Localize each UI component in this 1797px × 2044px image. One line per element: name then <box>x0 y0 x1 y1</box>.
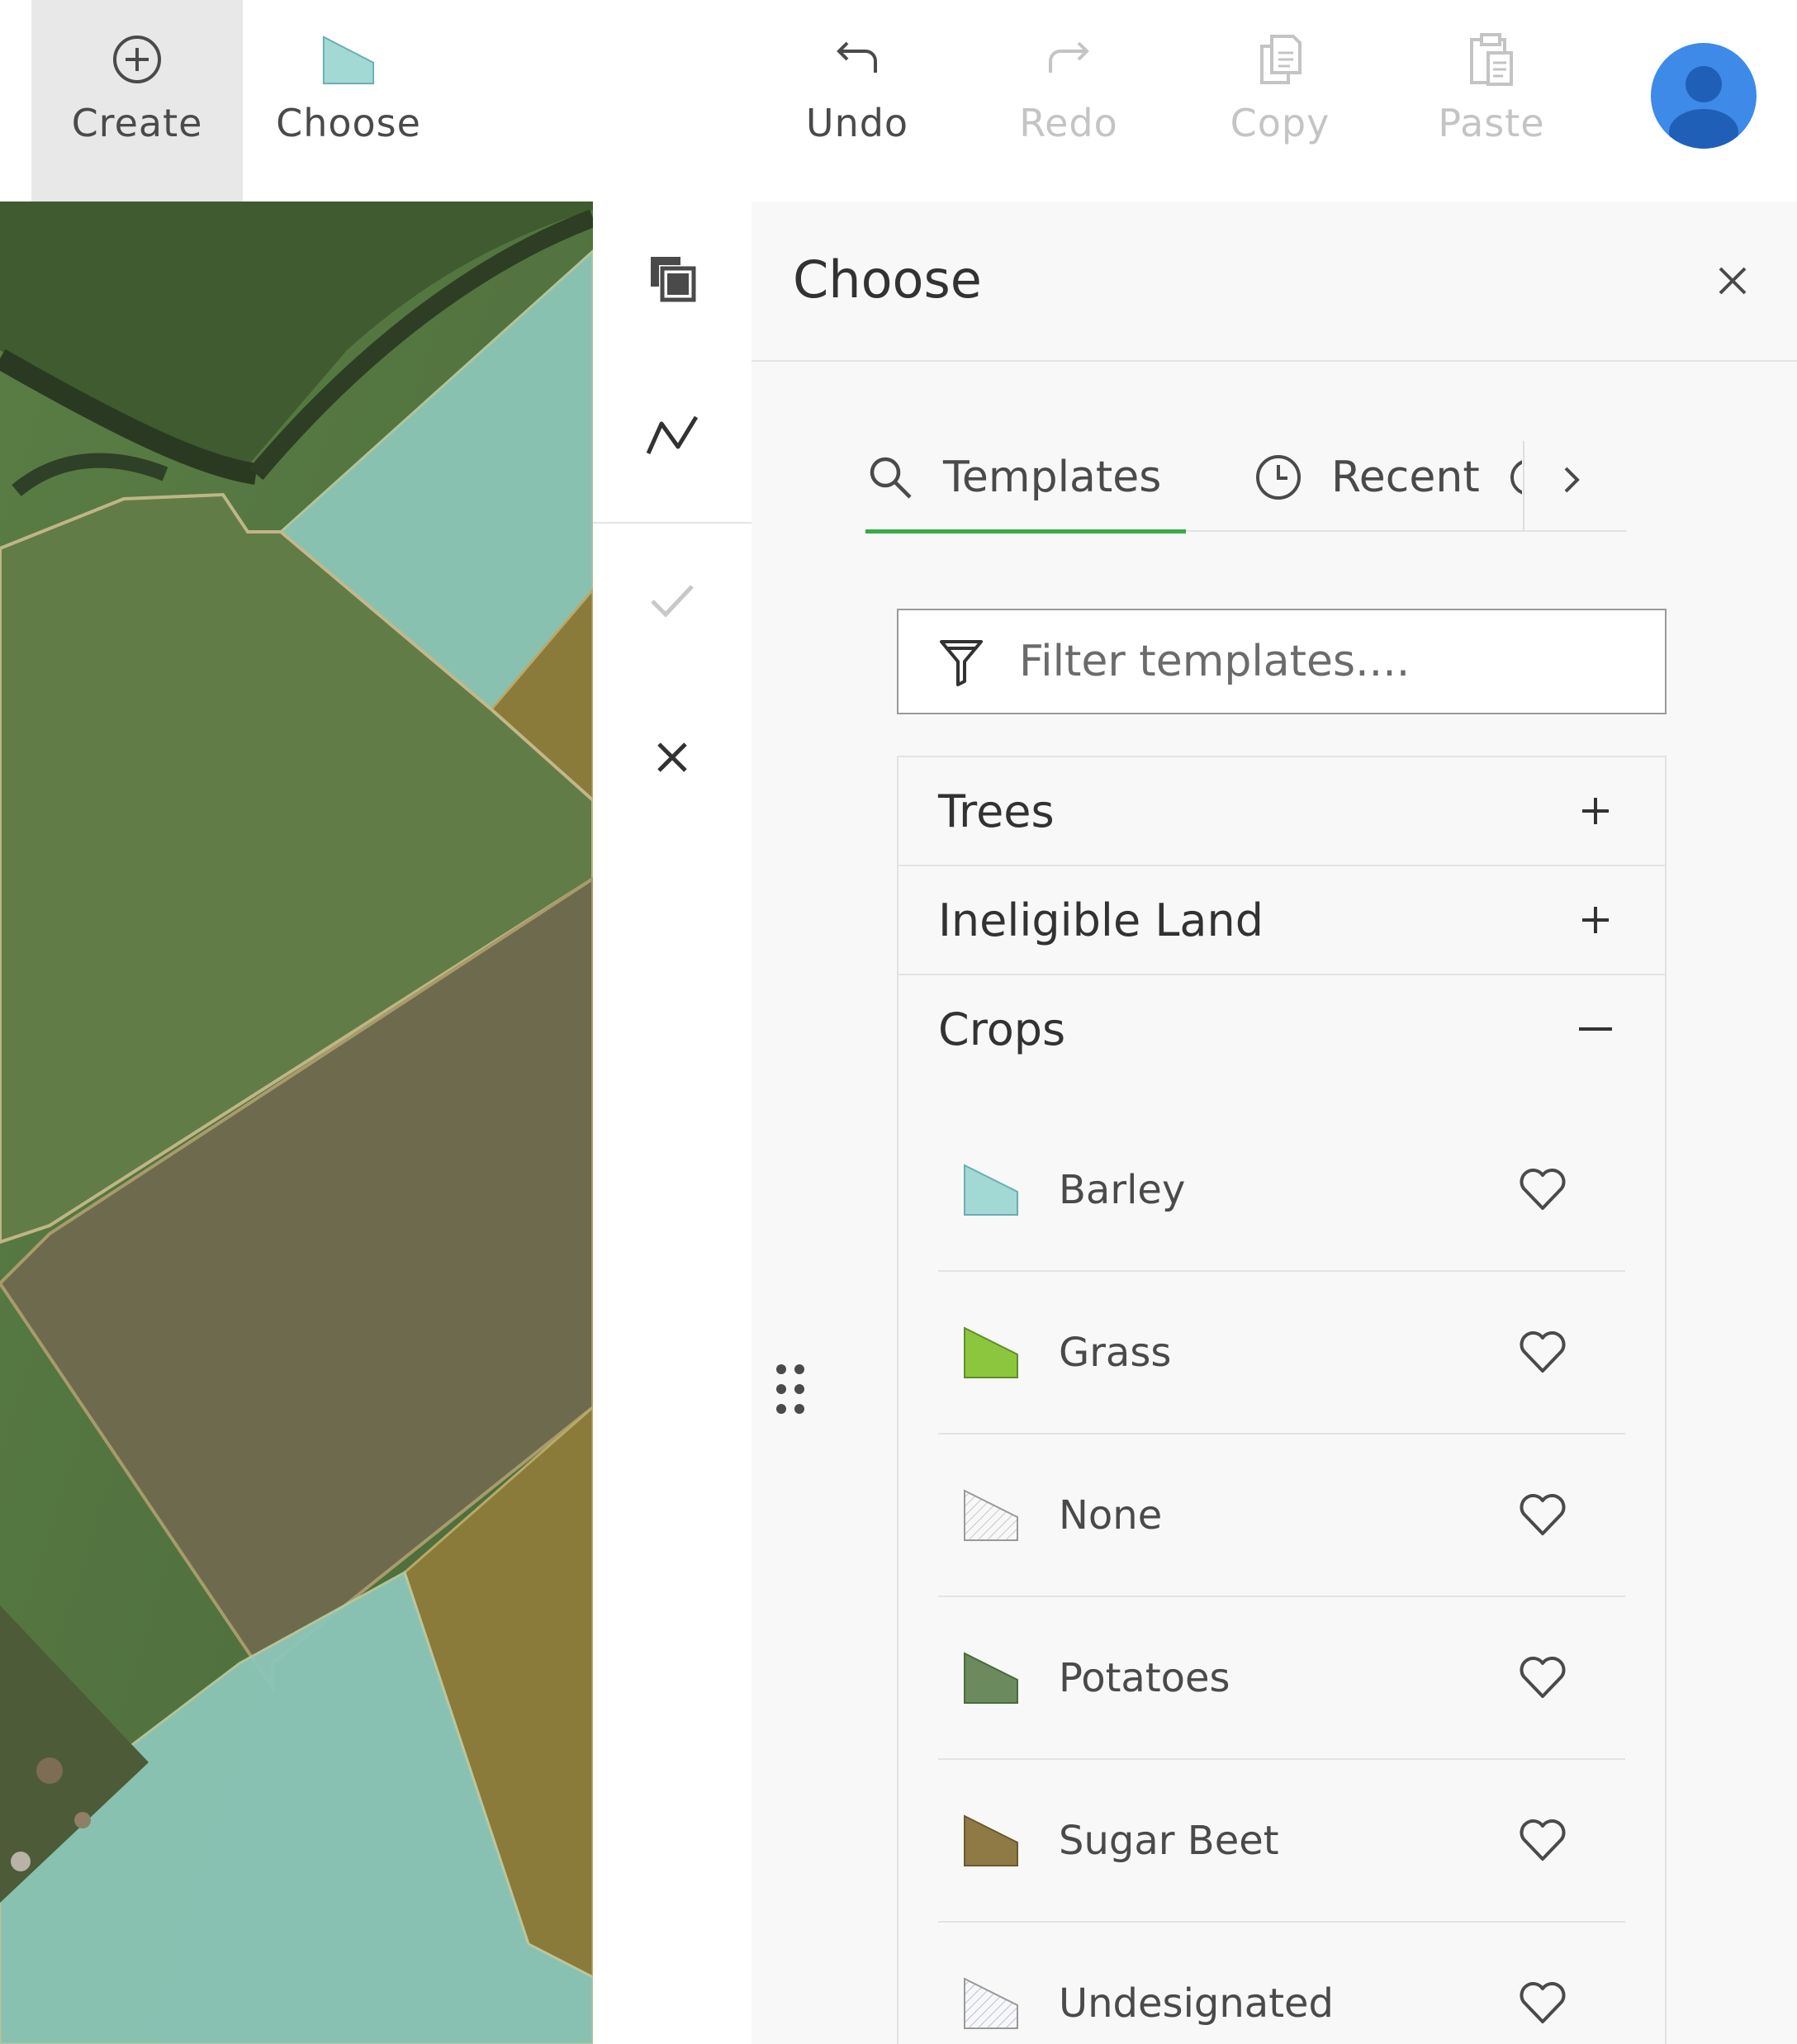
tab-overflow-partial[interactable] <box>1505 424 1522 530</box>
hatched-polygon-swatch-icon <box>963 1975 1019 2032</box>
panel-title: Choose <box>793 249 982 310</box>
user-icon <box>1669 66 1738 149</box>
create-button[interactable]: Create <box>31 0 243 202</box>
plus-icon <box>1571 786 1620 836</box>
paste-button[interactable]: Paste <box>1386 0 1597 202</box>
template-label: Barley <box>1059 1167 1186 1213</box>
plus-circle-icon <box>109 31 165 88</box>
template-groups: Trees Ineligible Land Crops Barley Grass… <box>897 756 1667 2044</box>
favorite-heart-icon[interactable] <box>1516 1164 1569 1216</box>
close-icon <box>654 739 690 779</box>
plus-icon <box>1571 895 1620 945</box>
favorite-heart-icon[interactable] <box>1516 1652 1569 1705</box>
tab-separator <box>1523 441 1524 532</box>
favorite-heart-icon[interactable] <box>1516 1814 1569 1867</box>
minus-icon <box>1571 1004 1620 1054</box>
user-avatar[interactable] <box>1651 43 1757 149</box>
template-label: Undesignated <box>1059 1980 1335 2027</box>
favorite-heart-icon[interactable] <box>1516 1326 1569 1379</box>
template-label: Potatoes <box>1059 1655 1230 1701</box>
group-label: Crops <box>938 1003 1066 1055</box>
undo-icon <box>829 31 885 88</box>
group-header-crops[interactable]: Crops <box>898 975 1665 1083</box>
tab-scroll-right-button[interactable] <box>1543 444 1600 519</box>
paste-label: Paste <box>1438 101 1545 145</box>
polygon-swatch-icon <box>963 1162 1019 1218</box>
template-item-none[interactable]: None <box>938 1435 1625 1596</box>
template-label: None <box>1059 1492 1163 1539</box>
create-label: Create <box>71 101 203 145</box>
choose-panel: Choose Templates Recent Filter templates… <box>752 202 1797 2044</box>
panel-resize-handle[interactable] <box>770 1358 811 1424</box>
filter-templates-input[interactable] <box>1019 637 1647 686</box>
clock-icon <box>1254 453 1303 502</box>
top-toolbar: Create Choose Undo Redo Copy Paste <box>0 0 1797 202</box>
duplicate-icon <box>646 252 699 308</box>
close-icon <box>1716 264 1749 301</box>
copy-label: Copy <box>1230 101 1330 145</box>
favorite-heart-icon[interactable] <box>1516 1977 1569 2030</box>
template-item-undesignated[interactable]: Undesignated <box>938 1923 1625 2044</box>
filter-funnel-icon <box>936 637 986 686</box>
group-label: Trees <box>938 785 1055 837</box>
app-root: Create Choose Undo Redo Copy Paste Choos… <box>0 0 1797 2044</box>
panel-close-button[interactable] <box>1701 251 1764 314</box>
copy-icon <box>1252 31 1308 88</box>
tab-templates[interactable]: Templates <box>865 424 1186 534</box>
template-item-barley[interactable]: Barley <box>938 1109 1625 1271</box>
duplicate-button[interactable] <box>593 202 752 358</box>
template-item-potatoes[interactable]: Potatoes <box>938 1597 1625 1759</box>
choose-button[interactable]: Choose <box>243 0 454 202</box>
undo-label: Undo <box>805 101 909 145</box>
sketch-tool-strip <box>593 202 752 2044</box>
polygon-template-icon <box>320 31 377 88</box>
template-item-grass[interactable]: Grass <box>938 1272 1625 1434</box>
polygon-swatch-icon <box>963 1813 1019 1869</box>
map-view[interactable] <box>0 202 593 2044</box>
commit-button[interactable] <box>593 524 752 681</box>
cancel-sketch-button[interactable] <box>593 681 752 837</box>
drag-dots-icon <box>774 1363 807 1419</box>
paste-icon <box>1463 31 1520 88</box>
redo-icon <box>1041 31 1097 88</box>
filter-templates-field[interactable] <box>897 609 1667 714</box>
undo-button[interactable]: Undo <box>752 0 963 202</box>
choose-label: Choose <box>276 101 421 145</box>
group-label: Ineligible Land <box>938 894 1264 946</box>
group-header-ineligible-land[interactable]: Ineligible Land <box>898 866 1665 974</box>
group-header-trees[interactable]: Trees <box>898 757 1665 865</box>
template-item-sugar-beet[interactable]: Sugar Beet <box>938 1760 1625 1922</box>
template-label: Grass <box>1059 1330 1172 1376</box>
template-label: Sugar Beet <box>1059 1818 1279 1864</box>
checkmark-icon <box>647 580 697 624</box>
polyline-button[interactable] <box>593 358 752 515</box>
map-canvas[interactable] <box>0 202 593 2044</box>
polyline-icon <box>643 410 701 463</box>
tab-recent-label: Recent <box>1331 453 1480 502</box>
chevron-right-icon <box>1559 462 1584 501</box>
tab-templates-label: Templates <box>943 453 1162 502</box>
hatched-polygon-swatch-icon <box>963 1487 1019 1544</box>
redo-label: Redo <box>1019 101 1118 145</box>
search-icon <box>865 453 915 502</box>
polygon-swatch-icon <box>963 1650 1019 1706</box>
panel-header: Choose <box>752 202 1797 362</box>
polygon-swatch-icon <box>963 1325 1019 1381</box>
template-tabs: Templates Recent <box>865 424 1627 534</box>
redo-button[interactable]: Redo <box>963 0 1174 202</box>
copy-button[interactable]: Copy <box>1174 0 1386 202</box>
favorite-heart-icon[interactable] <box>1516 1489 1569 1542</box>
tab-recent[interactable]: Recent <box>1254 424 1493 530</box>
